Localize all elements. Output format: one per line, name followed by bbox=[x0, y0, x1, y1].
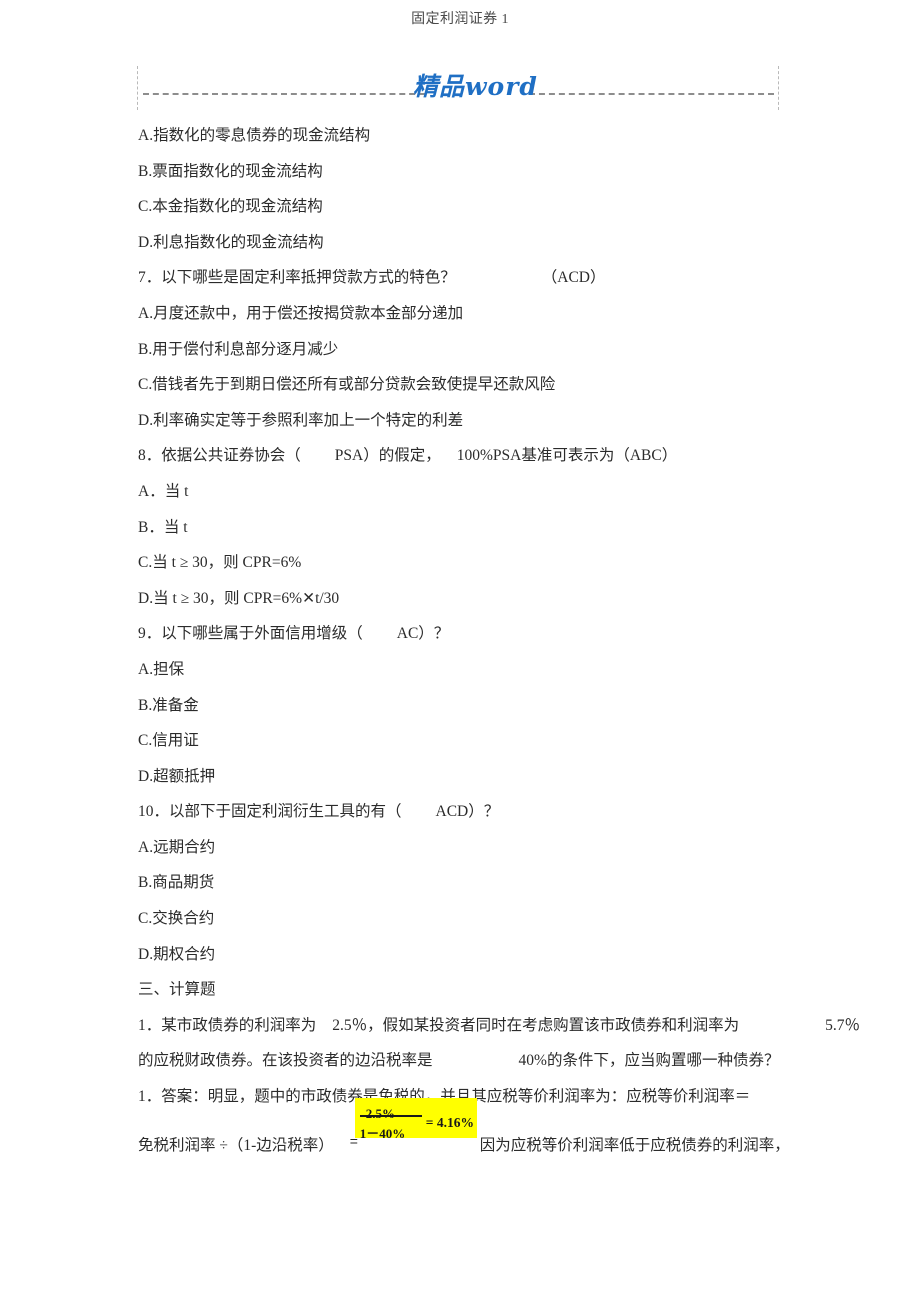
calc-q1-text-c: 的应税财政债券。在该投资者的边沿税率是 bbox=[138, 1052, 433, 1070]
question-10-stem-text: 10．以部下于固定利润衍生工具的有（ bbox=[138, 803, 402, 821]
option-line: A.指数化的零息债券的现金流结构 bbox=[138, 127, 371, 144]
calc-answer-1-line2: 免税利润率 ÷（1-边沿税率） = 2.5% 1－40% = 4.16% 因为应… bbox=[138, 1097, 798, 1154]
option-line: C.本金指数化的现金流结构 bbox=[138, 198, 323, 216]
question-9-stem: 9．以下哪些属于外面信用增级（ AC）？ bbox=[138, 616, 798, 652]
calc-question-1-line2: 的应税财政债券。在该投资者的边沿税率是 40%的条件下，应当购置哪一种债券？ bbox=[138, 1043, 798, 1079]
option-line: D.利率确实定等于参照利率加上一个特定的利差 bbox=[138, 411, 464, 429]
question-7-answer: （ACD） bbox=[541, 269, 606, 287]
calc-question-1-line1: 1．某市政债券的利润率为 2.5％，假如某投资者同时在考虑购置该市政债券和利润率为… bbox=[138, 1008, 860, 1044]
question-9-stem-text: 9．以下哪些属于外面信用增级（ bbox=[138, 625, 363, 643]
question-8-stem: 8．依据公共证券协会（ PSA）的假定， 100%PSA基准可表示为（ABC） bbox=[138, 438, 798, 474]
decorative-banner: 精品word bbox=[137, 66, 779, 110]
option-line: A.月度还款中，用于偿还按揭贷款本金部分递加 bbox=[138, 304, 464, 322]
option-line: C.借钱者先于到期日偿还所有或部分贷款会致使提早还款风险 bbox=[138, 376, 556, 394]
option-line: B.用于偿付利息部分逐月减少 bbox=[138, 340, 339, 358]
question-8-psa-label: PSA bbox=[334, 447, 364, 465]
fraction-denominator: 1－40% bbox=[359, 1125, 406, 1141]
banner-dashed-rule-right bbox=[529, 93, 774, 95]
option-line: B.准备金 bbox=[138, 696, 199, 714]
option-line: C.信用证 bbox=[138, 732, 199, 750]
question-10-stem: 10．以部下于固定利润衍生工具的有（ ACD）？ bbox=[138, 794, 798, 830]
section-heading-calculation: 三、计算题 bbox=[138, 981, 216, 999]
option-line: D.利息指数化的现金流结构 bbox=[138, 233, 324, 251]
banner-watermark-text: 精品word bbox=[413, 72, 538, 101]
option-line: B.票面指数化的现金流结构 bbox=[138, 162, 323, 180]
option-line: A.担保 bbox=[138, 660, 185, 678]
banner-dashed-rule-left bbox=[143, 93, 425, 95]
calc-q1-text-d: 的条件下，应当购置哪一种债券？ bbox=[546, 1052, 780, 1070]
highlighted-fraction-equation: = 2.5% 1－40% = 4.16% bbox=[350, 1097, 480, 1150]
option-line: D.当 t ≥ 30，则 CPR=6%✕t/30 bbox=[138, 589, 340, 607]
page-running-header: 固定利润证券 1 bbox=[411, 12, 509, 27]
option-line: A．当 t bbox=[138, 482, 189, 500]
document-page: 固定利润证券 1 精品word A.指数化的零息债券的现金流结构 B.票面指数化… bbox=[0, 0, 920, 1303]
question-9-answer: AC）？ bbox=[396, 625, 450, 643]
option-line: C.交换合约 bbox=[138, 910, 215, 928]
calc-q1-taxable-rate: 5.7％ bbox=[825, 1016, 861, 1034]
question-8-answer: ABC） bbox=[629, 447, 678, 465]
option-line: A.远期合约 bbox=[138, 838, 216, 856]
question-8-psa-benchmark: 100%PSA bbox=[456, 447, 522, 465]
question-10-answer: ACD）？ bbox=[435, 803, 500, 821]
option-line: D.超额抵押 bbox=[138, 767, 216, 785]
calc-q1-muni-rate: 2.5％ bbox=[332, 1016, 368, 1034]
fraction-result: = 4.16% bbox=[425, 1114, 474, 1130]
question-8-stem-part2: ）的假定， bbox=[363, 447, 441, 465]
question-8-stem-part4: 基准可表示为（ bbox=[521, 447, 630, 465]
option-line: B．当 t bbox=[138, 518, 188, 536]
fraction-body: 2.5% 1－40% = 4.16% bbox=[358, 1096, 478, 1141]
option-line: C.当 t ≥ 30，则 CPR=6% bbox=[138, 554, 302, 572]
calc-answer-1-conclusion: 因为应税等价利润率低于应税债券的利润率， bbox=[479, 1136, 790, 1154]
question-8-stem-part1: 8．依据公共证券协会（ bbox=[138, 447, 301, 465]
equals-sign-lead: = bbox=[349, 1132, 358, 1149]
option-line: D.期权合约 bbox=[138, 945, 216, 963]
banner-right-edge-tick bbox=[778, 66, 779, 110]
option-line: B.商品期货 bbox=[138, 874, 215, 892]
banner-left-edge-tick bbox=[137, 66, 138, 110]
calc-q1-marginal-tax-rate: 40% bbox=[518, 1052, 547, 1070]
document-body: A.指数化的零息债券的现金流结构 B.票面指数化的现金流结构 C.本金指数化的现… bbox=[138, 118, 860, 1154]
question-7-stem-text: 7．以下哪些是固定利率抵押贷款方式的特色？ bbox=[138, 269, 456, 287]
calc-answer-1-formula-text: 免税利润率 ÷（1-边沿税率） bbox=[138, 1136, 334, 1154]
question-7-stem: 7．以下哪些是固定利率抵押贷款方式的特色？ （ACD） bbox=[138, 260, 798, 296]
calc-q1-text-b: ，假如某投资者同时在考虑购置该市政债券和利润率为 bbox=[367, 1016, 740, 1034]
calc-q1-text-a: 1．某市政债券的利润率为 bbox=[138, 1016, 317, 1034]
